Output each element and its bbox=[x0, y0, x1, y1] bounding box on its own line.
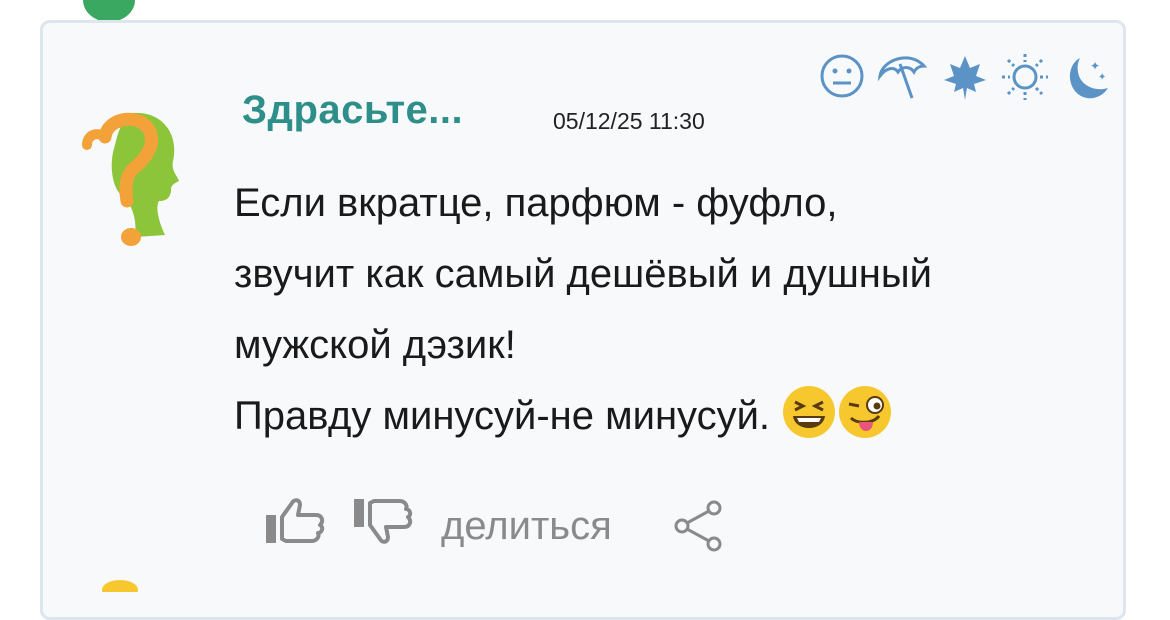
maple-leaf-icon[interactable] bbox=[940, 52, 990, 102]
umbrella-icon[interactable] bbox=[876, 52, 930, 102]
share-button[interactable]: делиться bbox=[441, 504, 612, 549]
thumbs-up-icon[interactable] bbox=[264, 495, 326, 547]
svg-text:✦: ✦ bbox=[1090, 59, 1100, 73]
user-avatar[interactable] bbox=[75, 105, 185, 250]
comment-line: Правду минусуй-не минусуй. bbox=[234, 394, 771, 438]
thumbs-down-icon[interactable] bbox=[352, 495, 414, 547]
share-icon[interactable] bbox=[672, 498, 724, 554]
comment-line: мужской дэзик! bbox=[234, 323, 516, 367]
comment-line: Если вкратце, парфюм - фуфло, bbox=[234, 181, 838, 225]
moon-stars-icon[interactable]: ✦ ✦ bbox=[1058, 52, 1110, 104]
comment-username[interactable]: Здрасьте... bbox=[242, 88, 463, 133]
comment-line: звучит как самый дешёвый и душный bbox=[234, 252, 932, 296]
next-user-avatar bbox=[102, 580, 138, 592]
neutral-face-icon[interactable] bbox=[818, 52, 866, 100]
sun-icon[interactable] bbox=[1000, 52, 1050, 102]
winking-tongue-emoji bbox=[839, 386, 892, 439]
comment-last-line: Правду минусуй-не минусуй. bbox=[234, 381, 1114, 452]
grinning-squinting-emoji bbox=[783, 386, 836, 439]
comment-body: Если вкратце, парфюм - фуфло, звучит как… bbox=[234, 168, 1114, 452]
comment-timestamp: 05/12/25 11:30 bbox=[553, 108, 705, 134]
svg-text:✦: ✦ bbox=[1098, 72, 1106, 83]
